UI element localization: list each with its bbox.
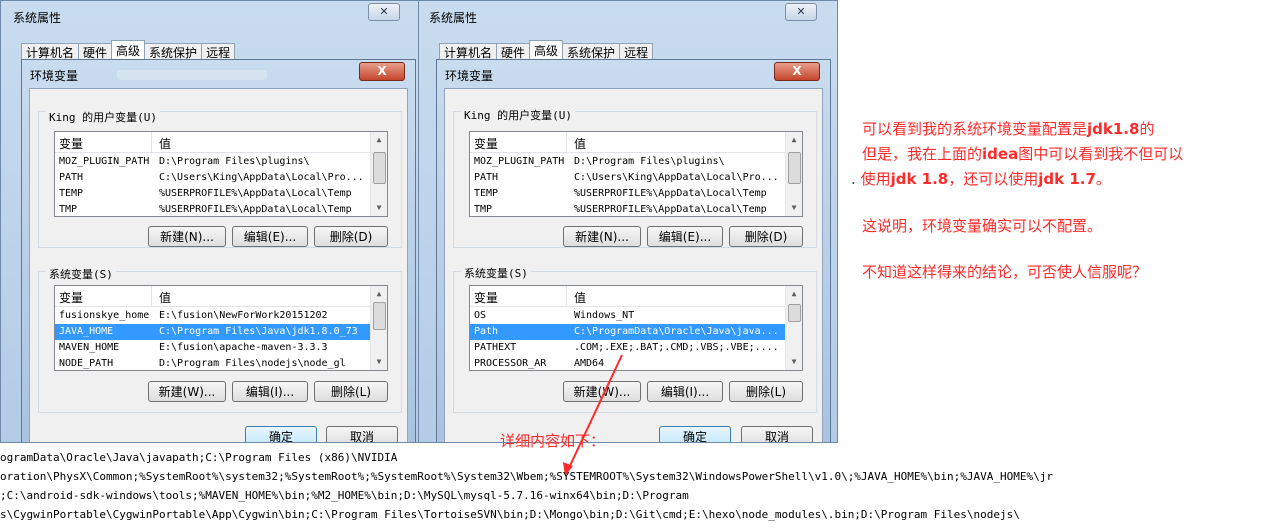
- annotation-arrow-icon: [563, 354, 623, 476]
- path-detail-line-3: ;C:\android-sdk-windows\tools;%MAVEN_HOM…: [0, 489, 689, 502]
- path-detail-line-2: oration\PhysX\Common;%SystemRoot%\system…: [0, 470, 1053, 483]
- path-detail-line-1: ogramData\Oracle\Java\javapath;C:\Progra…: [0, 451, 398, 464]
- arrow-shaft: [567, 354, 623, 471]
- path-detail-line-4: s\CygwinPortable\CygwinPortable\App\Cygw…: [0, 508, 1020, 521]
